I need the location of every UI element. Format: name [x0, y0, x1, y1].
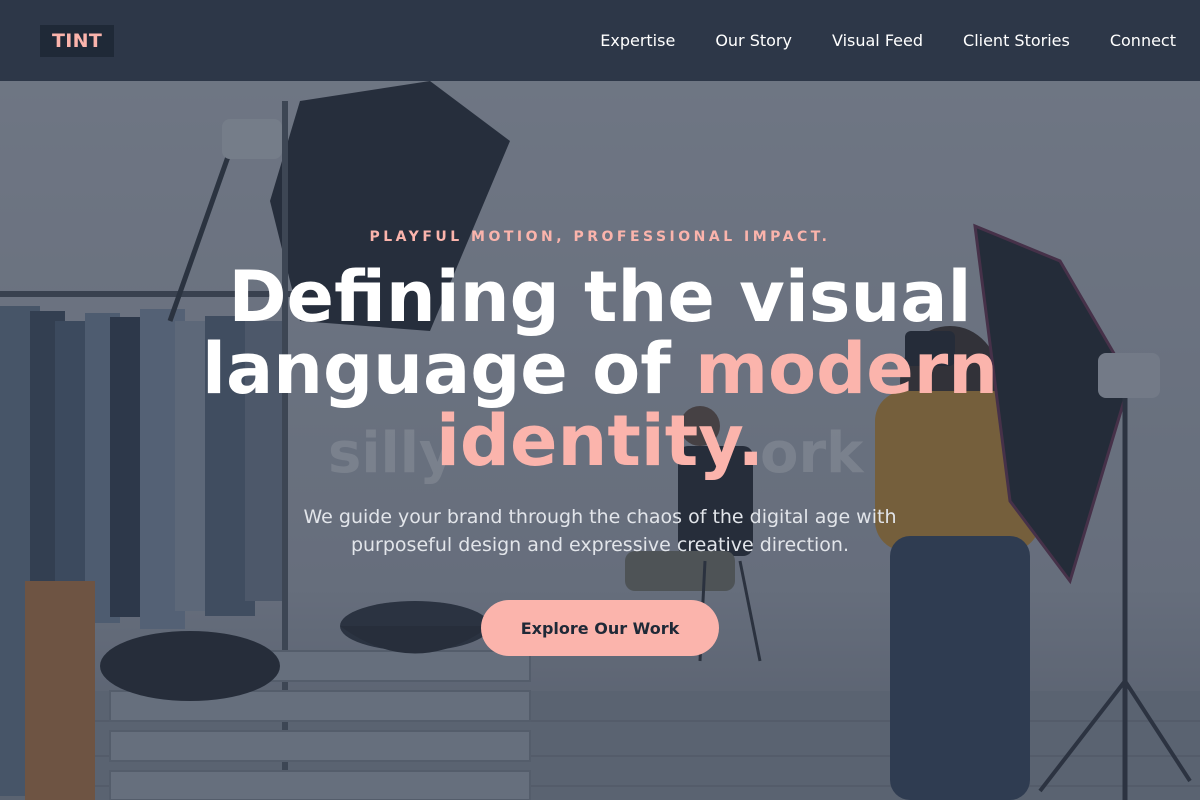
hero-subtitle-line2: purposeful design and expressive creativ…	[350, 534, 850, 556]
hero-title-line1: Defining the visual	[228, 256, 972, 338]
nav-expertise[interactable]: Expertise	[600, 31, 675, 50]
hero-section: PLAYFUL MOTION, PROFESSIONAL IMPACT. sil…	[0, 81, 1200, 800]
logo[interactable]: TINT	[40, 24, 115, 57]
hero-subtitle-line1: We guide your brand through the chaos of…	[303, 506, 897, 528]
hero-title-line2a: language of	[201, 328, 696, 410]
nav-connect[interactable]: Connect	[1110, 31, 1176, 50]
nav-visual-feed[interactable]: Visual Feed	[832, 31, 923, 50]
nav-our-story[interactable]: Our Story	[715, 31, 792, 50]
hero-subtitle: We guide your brand through the chaos of…	[0, 503, 1200, 559]
explore-our-work-button[interactable]: Explore Our Work	[481, 600, 719, 656]
hero-title-accent: modern	[695, 328, 999, 410]
hero-eyebrow: PLAYFUL MOTION, PROFESSIONAL IMPACT.	[369, 229, 831, 245]
site-header: TINT Expertise Our Story Visual Feed Cli…	[0, 0, 1200, 81]
hero-title-line3: identity.	[435, 400, 765, 482]
hero-content: PLAYFUL MOTION, PROFESSIONAL IMPACT. sil…	[0, 81, 1200, 800]
nav-client-stories[interactable]: Client Stories	[963, 31, 1070, 50]
main-nav: Expertise Our Story Visual Feed Client S…	[600, 31, 1176, 50]
hero-title: Defining the visual language of modern i…	[0, 261, 1200, 477]
